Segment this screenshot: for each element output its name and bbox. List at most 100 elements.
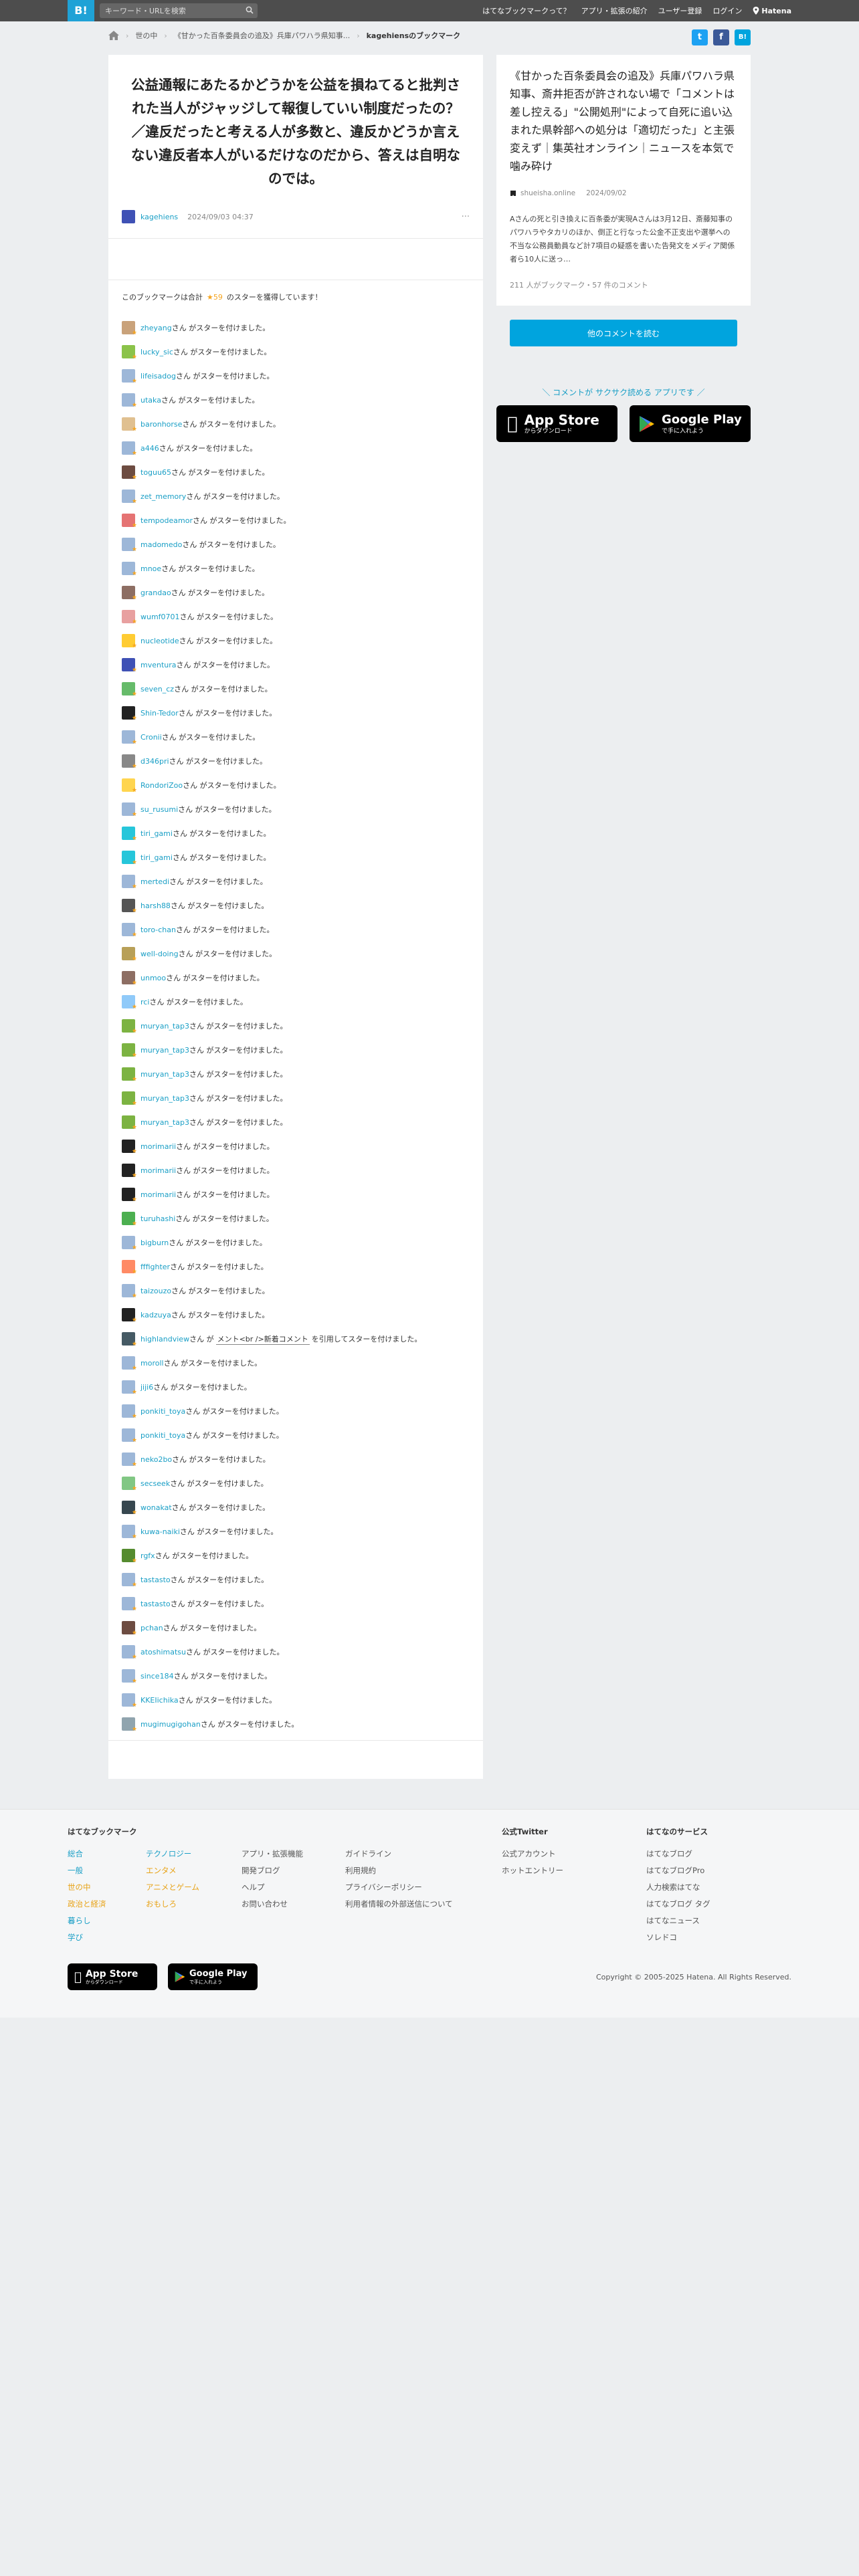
- footer-link-learning[interactable]: 学び: [68, 1929, 137, 1946]
- star-user-link[interactable]: well-doing: [140, 950, 179, 958]
- star-user-link[interactable]: morimarii: [140, 1166, 176, 1175]
- star-user-link[interactable]: utaka: [140, 396, 161, 405]
- avatar[interactable]: ★: [122, 899, 137, 914]
- star-user-link[interactable]: grandao: [140, 588, 171, 597]
- nav-apps[interactable]: アプリ・拡張の紹介: [581, 5, 648, 16]
- avatar[interactable]: ★: [122, 827, 137, 842]
- star-user-link[interactable]: lucky_sic: [140, 348, 173, 356]
- star-user-link[interactable]: muryan_tap3: [140, 1070, 189, 1079]
- avatar[interactable]: ★: [122, 441, 137, 457]
- avatar[interactable]: ★: [122, 1332, 137, 1348]
- nav-login[interactable]: ログイン: [712, 5, 742, 16]
- avatar[interactable]: ★: [122, 682, 137, 697]
- avatar[interactable]: ★: [122, 586, 137, 601]
- avatar[interactable]: ★: [122, 465, 137, 481]
- avatar[interactable]: ★: [122, 1477, 137, 1492]
- avatar[interactable]: ★: [122, 1525, 137, 1540]
- star-user-link[interactable]: mnoe: [140, 564, 161, 573]
- footer-link-life[interactable]: 暮らし: [68, 1913, 137, 1929]
- star-user-link[interactable]: since184: [140, 1672, 174, 1681]
- avatar[interactable]: ★: [122, 995, 137, 1010]
- avatar[interactable]: ★: [122, 706, 137, 722]
- avatar[interactable]: [122, 210, 135, 223]
- star-user-link[interactable]: harsh88: [140, 901, 171, 910]
- avatar[interactable]: ★: [122, 851, 137, 866]
- avatar[interactable]: ★: [122, 538, 137, 553]
- footer-link-tech[interactable]: テクノロジー: [146, 1846, 199, 1862]
- star-user-link[interactable]: Shin-Tedor: [140, 709, 179, 718]
- avatar[interactable]: ★: [122, 417, 137, 433]
- avatar[interactable]: ★: [122, 369, 137, 385]
- avatar[interactable]: ★: [122, 1188, 137, 1203]
- footer-link-external[interactable]: 利用者情報の外部送信について: [345, 1896, 453, 1913]
- nav-register[interactable]: ユーザー登録: [658, 5, 702, 16]
- avatar[interactable]: ★: [122, 1212, 137, 1227]
- twitter-share-button[interactable]: t: [692, 29, 708, 45]
- star-user-link[interactable]: muryan_tap3: [140, 1118, 189, 1127]
- star-user-link[interactable]: Cronii: [140, 733, 162, 742]
- hatebu-logo[interactable]: B!: [68, 0, 94, 21]
- bookmark-user[interactable]: kagehiens: [140, 213, 178, 221]
- star-user-link[interactable]: taizouzo: [140, 1287, 171, 1295]
- star-user-link[interactable]: turuhashi: [140, 1214, 175, 1223]
- avatar[interactable]: ★: [122, 658, 137, 673]
- avatar[interactable]: ★: [122, 1260, 137, 1275]
- footer-link-politics[interactable]: 政治と経済: [68, 1896, 137, 1913]
- avatar[interactable]: ★: [122, 730, 137, 746]
- hatena-logo[interactable]: Hatena: [753, 7, 791, 15]
- footer-link-soredoko[interactable]: ソレドコ: [646, 1929, 710, 1946]
- search-icon[interactable]: [246, 6, 254, 14]
- avatar[interactable]: ★: [122, 923, 137, 938]
- avatar[interactable]: ★: [122, 1308, 137, 1323]
- avatar[interactable]: ★: [122, 490, 137, 505]
- footer-link-blog[interactable]: はてなブログ: [646, 1846, 710, 1862]
- avatar[interactable]: ★: [122, 1380, 137, 1396]
- footer-link-all[interactable]: 総合: [68, 1846, 137, 1862]
- avatar[interactable]: ★: [122, 1404, 137, 1420]
- footer-link-terms[interactable]: 利用規約: [345, 1862, 453, 1879]
- home-icon[interactable]: [108, 31, 119, 40]
- footer-link-blogpro[interactable]: はてなブログPro: [646, 1862, 710, 1879]
- star-user-link[interactable]: zheyang: [140, 324, 172, 332]
- hatebu-share-button[interactable]: B!: [735, 29, 751, 45]
- footer-link-fun[interactable]: おもしろ: [146, 1896, 199, 1913]
- more-menu-icon[interactable]: ···: [462, 212, 470, 222]
- footer-link-blogtag[interactable]: はてなブログ タグ: [646, 1896, 710, 1913]
- star-user-link[interactable]: muryan_tap3: [140, 1022, 189, 1031]
- avatar[interactable]: ★: [122, 1091, 137, 1107]
- star-user-link[interactable]: fffighter: [140, 1263, 170, 1271]
- star-user-link[interactable]: atoshimatsu: [140, 1648, 186, 1656]
- avatar[interactable]: ★: [122, 1236, 137, 1251]
- star-user-link[interactable]: lifeisadog: [140, 372, 176, 381]
- footer-link-official[interactable]: 公式アカウント: [502, 1846, 563, 1862]
- star-user-link[interactable]: tastasto: [140, 1600, 171, 1608]
- footer-link-privacy[interactable]: プライバシーポリシー: [345, 1879, 453, 1896]
- nav-about[interactable]: はてなブックマークって？: [482, 5, 570, 16]
- avatar[interactable]: ★: [122, 1428, 137, 1444]
- avatar[interactable]: ★: [122, 754, 137, 770]
- star-user-link[interactable]: mventura: [140, 661, 177, 669]
- star-user-link[interactable]: wonakat: [140, 1503, 172, 1512]
- avatar[interactable]: ★: [122, 1669, 137, 1685]
- star-user-link[interactable]: tempodeamor: [140, 516, 193, 525]
- star-user-link[interactable]: moroll: [140, 1359, 164, 1368]
- footer-link-anime[interactable]: アニメとゲーム: [146, 1879, 199, 1896]
- footer-google-play-badge[interactable]: Google Play で手に入れよう: [168, 1963, 258, 1990]
- read-more-comments-button[interactable]: 他のコメントを読む: [510, 320, 737, 346]
- footer-link-guideline[interactable]: ガイドライン: [345, 1846, 453, 1862]
- entry-counts[interactable]: 211 人がブックマーク・57 件のコメント: [510, 280, 648, 290]
- entry-source[interactable]: shueisha.online: [520, 189, 575, 197]
- avatar[interactable]: ★: [122, 393, 137, 409]
- footer-link-qa[interactable]: 人力検索はてな: [646, 1879, 710, 1896]
- footer-link-society[interactable]: 世の中: [68, 1879, 137, 1896]
- star-user-link[interactable]: highlandview: [140, 1335, 189, 1344]
- star-user-link[interactable]: seven_cz: [140, 685, 174, 693]
- star-user-link[interactable]: rgfx: [140, 1551, 155, 1560]
- avatar[interactable]: ★: [122, 1573, 137, 1588]
- star-user-link[interactable]: bigburn: [140, 1239, 169, 1247]
- star-user-link[interactable]: baronhorse: [140, 420, 182, 429]
- bookmark-date[interactable]: 2024/09/03 04:37: [187, 213, 254, 221]
- avatar[interactable]: ★: [122, 345, 137, 360]
- star-user-link[interactable]: neko2bo: [140, 1455, 172, 1464]
- star-user-link[interactable]: unmoo: [140, 974, 166, 982]
